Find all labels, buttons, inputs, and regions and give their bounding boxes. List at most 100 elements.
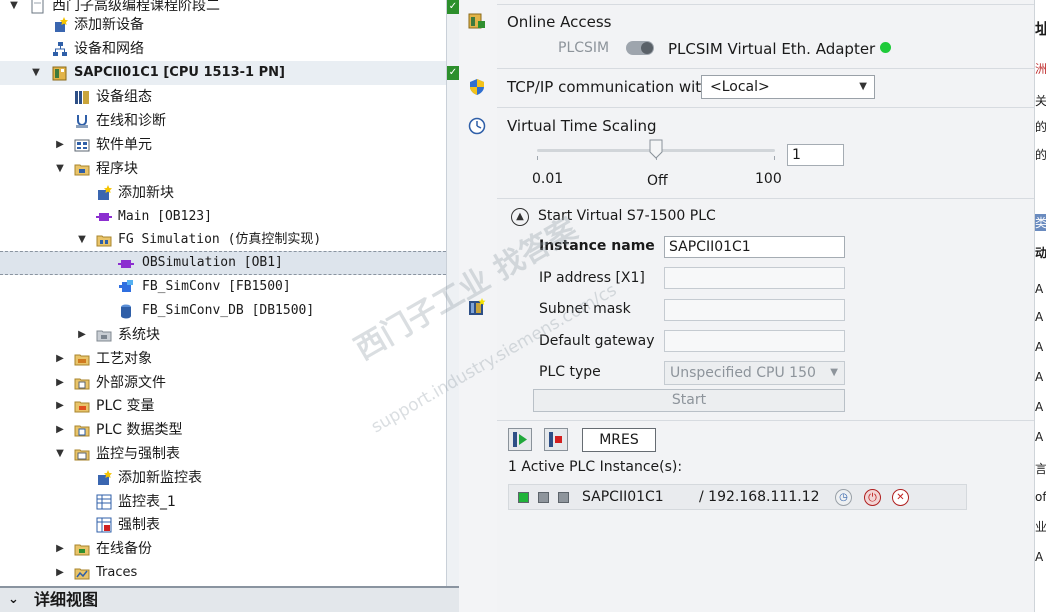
tree-item-plc[interactable]: ▼ SAPCII01C1 [CPU 1513-1 PN] <box>0 61 446 85</box>
tree-item-add-block[interactable]: 添加新块 <box>0 181 446 205</box>
tree-item-watch-force-tables[interactable]: ▼ 监控与强制表 <box>0 442 446 466</box>
vts-value-input[interactable]: 1 <box>787 144 844 166</box>
tree-item-label: SAPCII01C1 [CPU 1513-1 PN] <box>74 65 285 80</box>
chevron-right-icon[interactable]: ▶ <box>54 371 66 395</box>
chevron-right-icon[interactable]: ▶ <box>54 133 66 157</box>
power-icon[interactable]: ⏻ <box>864 489 881 506</box>
tree-item-online-backups[interactable]: ▶ 在线备份 <box>0 537 446 561</box>
tcpip-interface-select[interactable]: <Local> ▼ <box>701 75 875 99</box>
stop-icon <box>549 432 562 447</box>
vts-max-label: 100 <box>755 171 782 187</box>
tree-item-label: OBSimulation [OB1] <box>142 255 283 270</box>
tree-item-watch-table-1[interactable]: 监控表_1 <box>0 490 446 514</box>
vts-slider-thumb[interactable] <box>649 139 663 159</box>
plcsim-label: PLCSIM <box>558 40 610 56</box>
vts-title: Virtual Time Scaling <box>507 117 657 135</box>
maint-led-icon <box>558 492 569 503</box>
tree-item-software-units[interactable]: ▶ 软件单元 <box>0 133 446 157</box>
error-led-icon <box>538 492 549 503</box>
add-device-icon <box>55 17 68 32</box>
tree-item-add-watch-table[interactable]: 添加新监控表 <box>0 466 446 490</box>
start-section-title: Start Virtual S7-1500 PLC <box>538 208 716 224</box>
instance-name: SAPCII01C1 <box>582 489 664 505</box>
plcsim-toggle[interactable] <box>626 41 654 55</box>
start-button[interactable]: Start <box>533 389 845 412</box>
tree-item-label: FG Simulation (仿真控制实现) <box>118 232 322 247</box>
ob-icon <box>118 260 134 268</box>
tree-item-main-ob[interactable]: Main [OB123] <box>0 205 446 229</box>
slider-tick <box>537 156 538 160</box>
collapse-section-button[interactable]: ▲ <box>511 208 529 226</box>
tcpip-value: <Local> <box>710 79 770 95</box>
clipped-text: 业 <box>1035 520 1046 534</box>
clipped-text: 关 <box>1035 94 1046 108</box>
divider <box>497 198 1034 199</box>
tree-item-label: 外部源文件 <box>96 375 166 391</box>
software-units-icon <box>74 139 90 152</box>
status-ok-icon: ✓ <box>447 0 459 14</box>
stop-plc-button[interactable] <box>544 428 568 451</box>
chevron-down-icon[interactable]: ▼ <box>76 228 88 252</box>
tree-item-device-config[interactable]: 设备组态 <box>0 85 446 109</box>
mres-button[interactable]: MRES <box>582 428 656 452</box>
tree-item-fb-simconv-db[interactable]: FB_SimConv_DB [DB1500] <box>0 299 446 323</box>
instance-name-input[interactable]: SAPCII01C1 <box>664 236 845 258</box>
active-instance-row[interactable]: SAPCII01C1 / 192.168.111.12 ◷ ⏻ ✕ <box>508 484 967 510</box>
divider <box>497 107 1034 108</box>
tree-item-label: FB_SimConv [FB1500] <box>142 279 291 294</box>
chevron-down-icon: ▼ <box>830 367 838 378</box>
active-instances-title: 1 Active PLC Instance(s): <box>508 459 683 475</box>
backup-icon <box>74 544 90 556</box>
chevron-right-icon[interactable]: ▶ <box>54 347 66 371</box>
chevron-down-icon[interactable]: ⌄ <box>8 588 19 612</box>
tree-item-technology-objects[interactable]: ▶ 工艺对象 <box>0 347 446 371</box>
clipped-text: ofi <box>1035 490 1046 504</box>
chevron-right-icon[interactable]: ▶ <box>54 418 66 442</box>
chevron-down-icon[interactable]: ▼ <box>54 442 66 466</box>
watch-table-icon <box>96 494 112 510</box>
tree-item-label: 监控与强制表 <box>96 446 180 462</box>
add-watch-table-icon <box>98 470 112 485</box>
db-icon <box>121 304 131 319</box>
tree-item-obsimulation[interactable]: OBSimulation [OB1] <box>0 251 446 275</box>
detail-view-label: 详细视图 <box>34 590 99 609</box>
online-access-title: Online Access <box>507 13 612 31</box>
tree-item-program-blocks[interactable]: ▼ 程序块 <box>0 157 446 181</box>
chevron-right-icon[interactable]: ▶ <box>54 394 66 418</box>
default-gateway-input[interactable] <box>664 330 845 352</box>
tree-item-traces[interactable]: ▶ Traces <box>0 561 446 585</box>
tree-item-devices-networks[interactable]: 设备和网络 <box>0 37 446 61</box>
run-plc-button[interactable] <box>508 428 532 451</box>
adapter-label: PLCSIM Virtual Eth. Adapter <box>668 40 876 58</box>
plc-type-select[interactable]: Unspecified CPU 150 ▼ <box>664 361 845 385</box>
tree-item-force-table[interactable]: 强制表 <box>0 513 446 537</box>
tree-item-online-diag[interactable]: 在线和诊断 <box>0 109 446 133</box>
chevron-down-icon[interactable]: ▼ <box>54 157 66 181</box>
detail-view-header[interactable]: ⌄ 详细视图 <box>0 586 459 612</box>
vts-off-label: Off <box>647 173 668 189</box>
chevron-right-icon[interactable]: ▶ <box>76 323 88 347</box>
divider <box>497 4 1034 5</box>
chevron-down-icon[interactable]: ▼ <box>30 61 42 85</box>
tree-item-fg-simulation[interactable]: ▼ FG Simulation (仿真控制实现) <box>0 228 446 252</box>
ob-icon <box>96 213 112 221</box>
clipped-text: A <box>1035 370 1044 384</box>
chevron-right-icon[interactable]: ▶ <box>54 561 66 585</box>
side-icon-strip <box>459 0 498 612</box>
tree-item-label: FB_SimConv_DB [DB1500] <box>142 303 315 318</box>
remove-instance-icon[interactable]: ✕ <box>892 489 909 506</box>
tree-item-system-blocks[interactable]: ▶ 系统块 <box>0 323 446 347</box>
tree-item-plc-datatypes[interactable]: ▶ PLC 数据类型 <box>0 418 446 442</box>
subnet-mask-input[interactable] <box>664 299 845 321</box>
time-icon[interactable]: ◷ <box>835 489 852 506</box>
tree-item-external-sources[interactable]: ▶ 外部源文件 <box>0 371 446 395</box>
system-blocks-icon <box>96 330 112 342</box>
fb-icon <box>119 280 133 292</box>
chevron-right-icon[interactable]: ▶ <box>54 537 66 561</box>
tree-item-label: 设备组态 <box>96 89 152 105</box>
tree-item-label: 添加新块 <box>118 185 174 201</box>
tree-item-add-device[interactable]: 添加新设备 <box>0 13 446 37</box>
ip-address-input[interactable] <box>664 267 845 289</box>
tree-item-plc-tags[interactable]: ▶ PLC 变量 <box>0 394 446 418</box>
tree-item-fb-simconv[interactable]: FB_SimConv [FB1500] <box>0 275 446 299</box>
